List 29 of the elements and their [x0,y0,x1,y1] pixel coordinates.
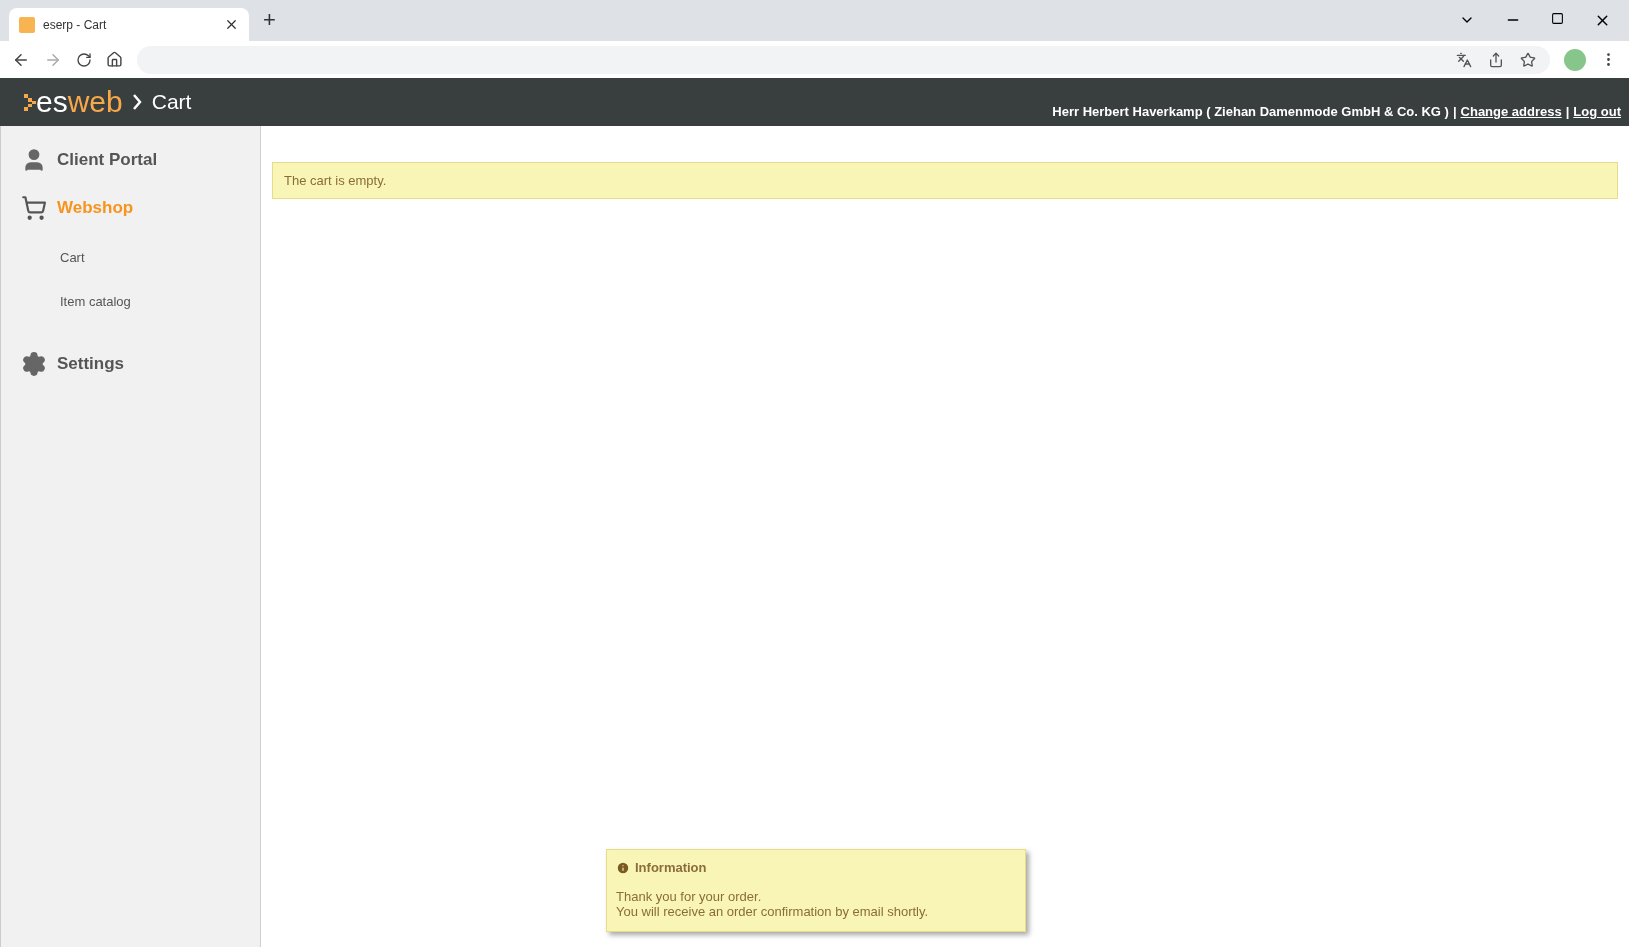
separator: | [1452,104,1457,119]
sidebar-section[interactable]: Settings [1,340,260,388]
sidebar-item[interactable]: Item catalog [1,280,260,324]
header-link[interactable]: Log out [1573,104,1621,119]
notification-message: Thank you for your order. You will receive an order confirmation by email shortly. [616,889,930,919]
breadcrumb: Cart [151,90,192,114]
sidebar-section[interactable]: Client Portal [1,136,260,184]
cart-icon [21,195,47,221]
esweb-logo: esweb [24,87,123,117]
bookmark-star-icon[interactable] [1520,51,1536,68]
info-icon [616,860,630,875]
reload-icon[interactable] [76,51,92,68]
empty-cart-alert: The cart is empty. [272,162,1618,199]
chevron-right-icon [132,94,142,110]
settings-icon [21,351,47,377]
translate-icon[interactable] [1456,51,1472,68]
notification-title: Information [635,860,707,875]
header-link[interactable]: Change address [1460,104,1562,119]
maximize-icon[interactable] [1551,12,1564,25]
new-tab-button[interactable]: + [263,7,276,33]
separator: | [1565,104,1570,119]
close-icon[interactable] [224,17,239,32]
tab-favicon-icon [19,16,35,33]
share-icon[interactable] [1488,51,1504,68]
home-icon[interactable] [106,51,123,68]
browser-tab[interactable]: eserp - Cart [9,8,249,41]
tab-title: eserp - Cart [43,17,108,32]
sidebar-item[interactable]: Cart [1,236,260,280]
user-name: Herr Herbert Haverkamp ( Ziehan Damenmode GmbH & Co. KG ) [1052,104,1449,119]
